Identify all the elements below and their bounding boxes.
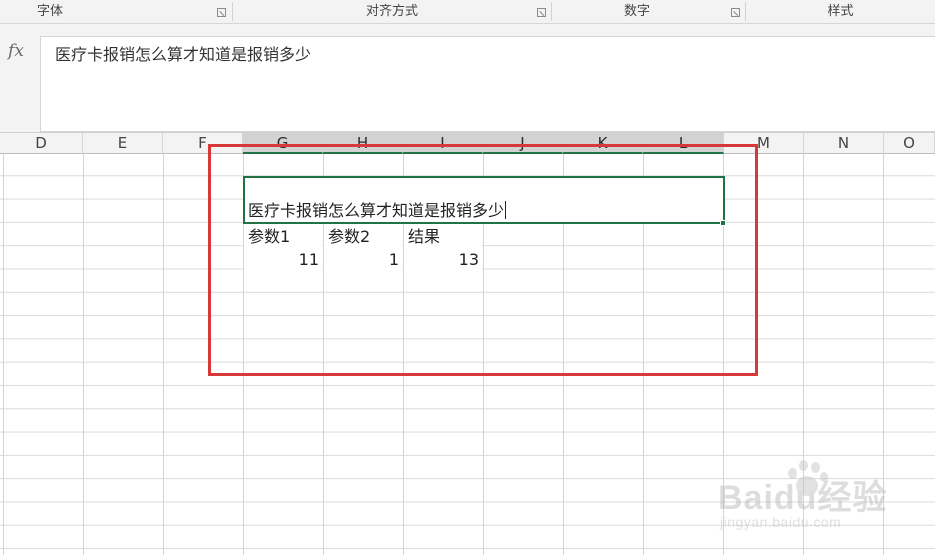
column-header-E[interactable]: E [83,132,163,154]
column-header-J[interactable]: J [483,132,563,154]
watermark-logo-text: Baidu经验 [718,479,888,517]
fill-handle[interactable] [720,220,726,226]
cell-result-value[interactable]: 13 [404,249,482,271]
column-header-N[interactable]: N [804,132,884,154]
formula-text: 医疗卡报销怎么算才知道是报销多少 [55,45,312,64]
cell-param2-value[interactable]: 1 [324,249,402,271]
ribbon-group-styles-label: 样式 [827,4,854,19]
text-cursor [505,201,507,219]
column-header-K[interactable]: K [563,132,643,154]
formula-bar: fx 医疗卡报销怎么算才知道是报销多少 [0,24,935,132]
ribbon-group-alignment-label: 对齐方式 [365,4,418,19]
cell-result-header[interactable]: 结果 [404,226,482,248]
column-header-O[interactable]: O [884,132,935,154]
column-header-G[interactable]: G [243,132,323,154]
ribbon-group-labels: 字体 对齐方式 数字 样式 [0,0,935,24]
column-header-F[interactable]: F [163,132,243,154]
watermark-url: jingyan.baidu.com [720,514,842,530]
number-dialog-launcher-icon[interactable] [731,8,740,17]
merged-cell-text: 医疗卡报销怎么算才知道是报销多少 [248,201,507,220]
column-header-D[interactable]: D [0,132,83,154]
ribbon-group-font: 字体 [0,0,100,23]
font-dialog-launcher-icon[interactable] [217,8,226,17]
cell-param1-header[interactable]: 参数1 [244,226,322,248]
column-header-I[interactable]: I [403,132,483,154]
ribbon-group-number: 数字 [552,0,722,23]
cell-param1-value[interactable]: 11 [244,249,322,271]
ribbon-group-number-label: 数字 [623,4,650,19]
baidu-jingyan-watermark: Baidu经验 jingyan.baidu.com [718,458,918,544]
insert-function-icon[interactable]: fx [0,36,32,66]
merged-cell-G-L[interactable]: 医疗卡报销怎么算才知道是报销多少 [243,176,725,224]
column-header-H[interactable]: H [323,132,403,154]
alignment-dialog-launcher-icon[interactable] [537,8,546,17]
ribbon-group-styles: 样式 [746,0,935,23]
column-header-M[interactable]: M [724,132,804,154]
column-header-L[interactable]: L [643,132,724,154]
cell-param2-header[interactable]: 参数2 [324,226,402,248]
formula-input[interactable]: 医疗卡报销怎么算才知道是报销多少 [40,36,935,132]
ribbon-group-font-label: 字体 [36,4,63,19]
ribbon-group-alignment: 对齐方式 [233,0,551,23]
